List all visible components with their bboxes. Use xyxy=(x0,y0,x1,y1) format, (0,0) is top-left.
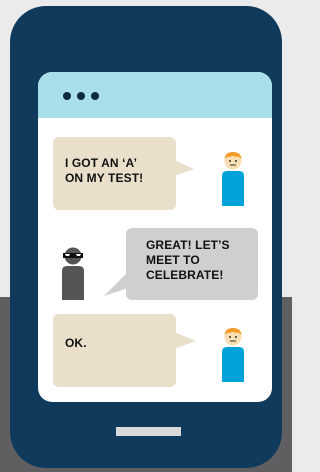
message-bubble-1: I GOT AN ‘A’ ON MY TEST! xyxy=(53,137,176,210)
bubble-tail xyxy=(174,160,194,176)
kid-avatar-icon xyxy=(222,328,244,382)
bubble-tail xyxy=(104,272,128,296)
message-text: I GOT AN ‘A’ ON MY TEST! xyxy=(65,156,144,185)
message-text: OK. xyxy=(65,336,87,350)
kid-avatar-icon xyxy=(222,152,244,206)
message-bubble-3: OK. xyxy=(53,314,176,387)
home-button[interactable] xyxy=(116,427,181,436)
dot xyxy=(77,92,85,100)
dot xyxy=(63,92,71,100)
masked-stranger-avatar-icon xyxy=(62,247,84,300)
bubble-tail xyxy=(174,332,196,349)
message-bubble-2: GREAT! LET’S MEET TO CELEBRATE! xyxy=(126,228,258,300)
dot xyxy=(91,92,99,100)
message-text: GREAT! LET’S MEET TO CELEBRATE! xyxy=(146,238,230,282)
chat-header xyxy=(38,72,272,118)
